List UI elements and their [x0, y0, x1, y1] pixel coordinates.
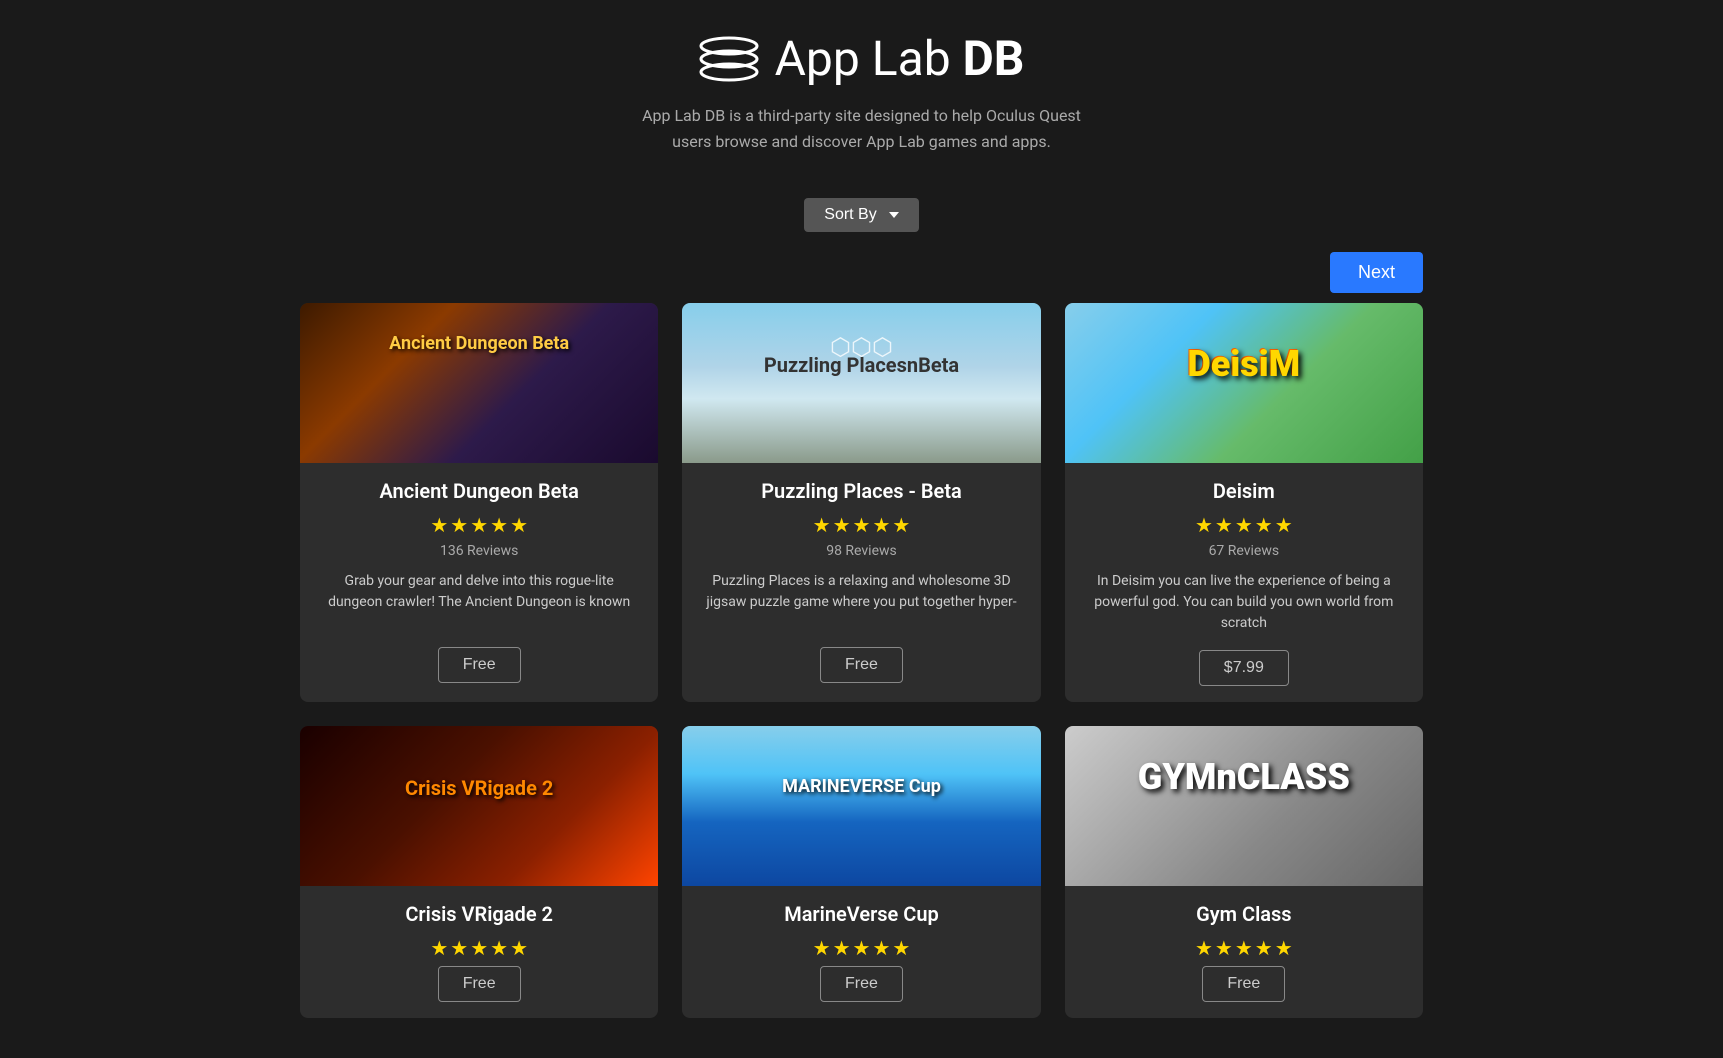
logo-container: App Lab DB	[20, 30, 1703, 87]
star-1: ★	[813, 936, 831, 960]
price-button-deisim[interactable]: $7.99	[1199, 650, 1289, 686]
card-image-puzzling	[682, 303, 1040, 463]
card-title-puzzling: Puzzling Places - Beta	[698, 479, 1024, 503]
subtitle: App Lab DB is a third-party site designe…	[20, 103, 1703, 154]
card-gym-class[interactable]: Gym Class ★ ★ ★ ★ ★ Free	[1065, 726, 1423, 1018]
card-title-gym: Gym Class	[1081, 902, 1407, 926]
card-title-crisis: Crisis VRigade 2	[316, 902, 642, 926]
card-body-crisis: Crisis VRigade 2 ★ ★ ★ ★ ★ Free	[300, 886, 658, 1018]
card-image-deisim	[1065, 303, 1423, 463]
star-2: ★	[1215, 513, 1233, 537]
description-ancient: Grab your gear and delve into this rogue…	[316, 571, 642, 631]
star-2: ★	[1215, 936, 1233, 960]
description-puzzling: Puzzling Places is a relaxing and wholes…	[698, 571, 1024, 631]
card-body-deisim: Deisim ★ ★ ★ ★ ★ 67 Reviews In Deisim yo…	[1065, 463, 1423, 702]
price-button-crisis[interactable]: Free	[438, 966, 521, 1002]
card-body-gym: Gym Class ★ ★ ★ ★ ★ Free	[1065, 886, 1423, 1018]
star-5: ★	[892, 936, 910, 960]
card-marineverse-cup[interactable]: MarineVerse Cup ★ ★ ★ ★ ★ Free	[682, 726, 1040, 1018]
stars-crisis: ★ ★ ★ ★ ★	[316, 936, 642, 960]
star-1: ★	[1195, 513, 1213, 537]
price-button-marine[interactable]: Free	[820, 966, 903, 1002]
header: App Lab DB App Lab DB is a third-party s…	[0, 0, 1723, 198]
card-image-gym	[1065, 726, 1423, 886]
star-3: ★	[853, 513, 871, 537]
card-body-marine: MarineVerse Cup ★ ★ ★ ★ ★ Free	[682, 886, 1040, 1018]
next-button[interactable]: Next	[1330, 252, 1423, 293]
card-puzzling-places-beta[interactable]: Puzzling Places - Beta ★ ★ ★ ★ ★ 98 Revi…	[682, 303, 1040, 702]
card-title-marine: MarineVerse Cup	[698, 902, 1024, 926]
star-5: ★	[1275, 936, 1293, 960]
card-title-ancient: Ancient Dungeon Beta	[316, 479, 642, 503]
star-3: ★	[1235, 936, 1253, 960]
star-4: ★	[490, 513, 508, 537]
star-1: ★	[430, 936, 448, 960]
stars-puzzling: ★ ★ ★ ★ ★	[698, 513, 1024, 537]
star-1: ★	[430, 513, 448, 537]
reviews-deisim: 67 Reviews	[1081, 543, 1407, 559]
star-5: ★	[510, 936, 528, 960]
star-5: ★	[892, 513, 910, 537]
star-5: ★	[510, 513, 528, 537]
stars-marine: ★ ★ ★ ★ ★	[698, 936, 1024, 960]
star-4: ★	[1255, 936, 1273, 960]
star-2: ★	[833, 936, 851, 960]
sort-bar: Sort By	[0, 198, 1723, 232]
card-image-crisis	[300, 726, 658, 886]
pagination-container: Next	[0, 252, 1723, 293]
star-2: ★	[833, 513, 851, 537]
star-1: ★	[1195, 936, 1213, 960]
reviews-puzzling: 98 Reviews	[698, 543, 1024, 559]
star-3: ★	[1235, 513, 1253, 537]
card-image-ancient	[300, 303, 658, 463]
logo-text: App Lab DB	[775, 30, 1025, 87]
card-image-marine	[682, 726, 1040, 886]
star-3: ★	[853, 936, 871, 960]
card-body-puzzling: Puzzling Places - Beta ★ ★ ★ ★ ★ 98 Revi…	[682, 463, 1040, 699]
card-title-deisim: Deisim	[1081, 479, 1407, 503]
card-crisis-vrigade-2[interactable]: Crisis VRigade 2 ★ ★ ★ ★ ★ Free	[300, 726, 658, 1018]
sort-by-button[interactable]: Sort By	[804, 198, 918, 232]
stars-gym: ★ ★ ★ ★ ★	[1081, 936, 1407, 960]
star-4: ★	[1255, 513, 1273, 537]
star-2: ★	[450, 936, 468, 960]
card-body-ancient: Ancient Dungeon Beta ★ ★ ★ ★ ★ 136 Revie…	[300, 463, 658, 699]
star-5: ★	[1275, 513, 1293, 537]
card-deisim[interactable]: Deisim ★ ★ ★ ★ ★ 67 Reviews In Deisim yo…	[1065, 303, 1423, 702]
price-button-gym[interactable]: Free	[1202, 966, 1285, 1002]
cards-grid: Ancient Dungeon Beta ★ ★ ★ ★ ★ 136 Revie…	[0, 303, 1723, 1058]
stars-ancient: ★ ★ ★ ★ ★	[316, 513, 642, 537]
card-ancient-dungeon-beta[interactable]: Ancient Dungeon Beta ★ ★ ★ ★ ★ 136 Revie…	[300, 303, 658, 702]
star-3: ★	[470, 936, 488, 960]
reviews-ancient: 136 Reviews	[316, 543, 642, 559]
star-2: ★	[450, 513, 468, 537]
star-4: ★	[490, 936, 508, 960]
app-lab-db-logo-icon	[699, 34, 759, 84]
chevron-down-icon	[889, 212, 899, 218]
price-button-ancient[interactable]: Free	[438, 647, 521, 683]
star-3: ★	[470, 513, 488, 537]
price-button-puzzling[interactable]: Free	[820, 647, 903, 683]
star-4: ★	[872, 513, 890, 537]
star-4: ★	[872, 936, 890, 960]
star-1: ★	[813, 513, 831, 537]
stars-deisim: ★ ★ ★ ★ ★	[1081, 513, 1407, 537]
description-deisim: In Deisim you can live the experience of…	[1081, 571, 1407, 634]
